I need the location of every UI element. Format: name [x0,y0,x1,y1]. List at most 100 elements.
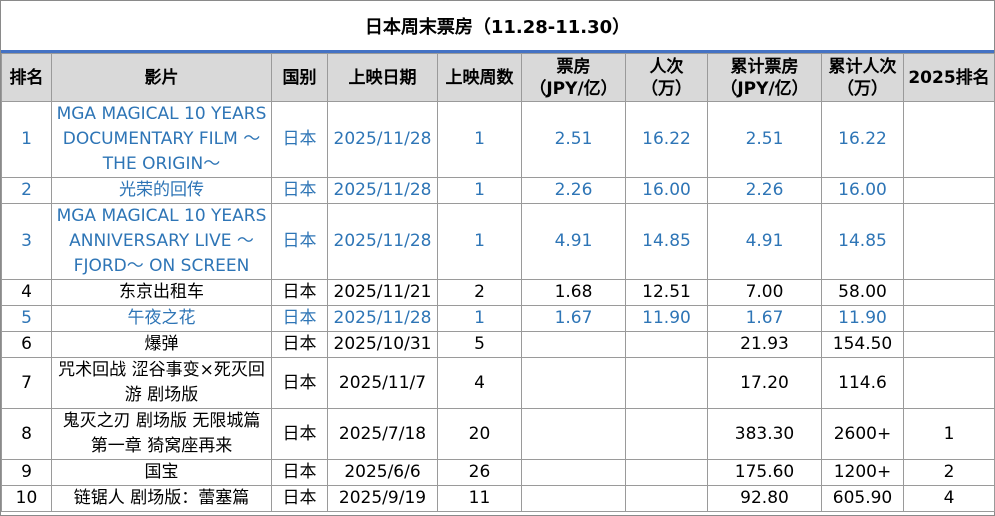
table-row: 1 MGA MAGICAL 10 YEARS DOCUMENTARY FILM ～… [1,101,995,178]
cell-total-gross: 1.67 [707,305,822,332]
cell-film: MGA MAGICAL 10 YEARS DOCUMENTARY FILM ～ … [51,101,272,178]
cell-release-date: 2025/6/6 [327,459,438,486]
cell-gross [521,485,626,512]
cell-country: 日本 [271,485,328,512]
cell-admissions: 11.90 [625,305,708,332]
cell-release-date: 2025/7/18 [327,408,438,460]
col-header-release-date: 上映日期 [327,53,438,102]
cell-total-admissions: 1200+ [821,459,904,486]
cell-rank: 2 [1,177,52,204]
cell-release-date: 2025/9/19 [327,485,438,512]
cell-film: 光荣的回传 [51,177,272,204]
cell-admissions: 12.51 [625,279,708,306]
cell-release-date: 2025/11/28 [327,101,438,178]
cell-film: MGA MAGICAL 10 YEARS ANNIVERSARY LIVE ～ … [51,203,272,280]
cell-total-gross: 7.00 [707,279,822,306]
table-row: 3 MGA MAGICAL 10 YEARS ANNIVERSARY LIVE ～… [1,203,995,280]
cell-admissions: 14.85 [625,203,708,280]
header-row: 排名 影片 国别 上映日期 上映周数 票房 （JPY/亿） 人次 （万） 累计票房（… [1,53,995,102]
cell-weeks: 1 [437,177,522,204]
cell-rank-2025 [903,279,995,306]
cell-total-admissions: 16.00 [821,177,904,204]
col-header-country: 国别 [271,53,328,102]
cell-gross [521,331,626,358]
cell-weeks: 11 [437,485,522,512]
cell-total-gross: 4.91 [707,203,822,280]
cell-total-admissions: 154.50 [821,331,904,358]
table-row: 9 国宝 日本 2025/6/6 26 175.60 1200+ 2 [1,459,995,486]
cell-country: 日本 [271,357,328,409]
cell-rank-2025 [903,101,995,178]
cell-rank: 7 [1,357,52,409]
table-title: 日本周末票房（11.28-11.30） [1,1,994,53]
cell-release-date: 2025/11/7 [327,357,438,409]
cell-rank-2025: 4 [903,485,995,512]
cell-rank-2025 [903,331,995,358]
cell-film: 咒术回战 涩谷事变×死灭回游 剧场版 [51,357,272,409]
col-header-rank-2025: 2025排名 [903,53,995,102]
cell-film: 国宝 [51,459,272,486]
cell-rank: 6 [1,331,52,358]
table-row: 6 爆弹 日本 2025/10/31 5 21.93 154.50 [1,331,995,358]
col-header-rank: 排名 [1,53,52,102]
cell-gross: 2.26 [521,177,626,204]
cell-film: 鬼灭之刃 剧场版 无限城篇 第一章 猗窝座再来 [51,408,272,460]
col-header-gross: 票房 （JPY/亿） [521,53,626,102]
cell-country: 日本 [271,459,328,486]
cell-total-gross: 17.20 [707,357,822,409]
cell-rank: 9 [1,459,52,486]
table-row: 5 午夜之花 日本 2025/11/28 1 1.67 11.90 1.67 11.90 [1,305,995,332]
cell-release-date: 2025/11/21 [327,279,438,306]
cell-rank-2025 [903,357,995,409]
cell-total-gross: 92.80 [707,485,822,512]
cell-admissions [625,408,708,460]
cell-total-admissions: 14.85 [821,203,904,280]
cell-admissions [625,485,708,512]
cell-gross: 1.67 [521,305,626,332]
cell-admissions: 16.00 [625,177,708,204]
cell-rank-2025: 1 [903,408,995,460]
cell-country: 日本 [271,279,328,306]
cell-weeks: 1 [437,305,522,332]
table-row: 7 咒术回战 涩谷事变×死灭回游 剧场版 日本 2025/11/7 4 17.20 114.… [1,357,995,409]
col-header-total-admissions: 累计人次 （万） [821,53,904,102]
cell-admissions: 16.22 [625,101,708,178]
cell-total-gross: 383.30 [707,408,822,460]
cell-country: 日本 [271,331,328,358]
cell-admissions [625,331,708,358]
cell-rank-2025 [903,177,995,204]
col-header-weeks: 上映周数 [437,53,522,102]
cell-admissions [625,357,708,409]
cell-rank-2025: 2 [903,459,995,486]
cell-release-date: 2025/11/28 [327,177,438,204]
cell-rank: 1 [1,101,52,178]
cell-total-gross: 21.93 [707,331,822,358]
cell-film: 链锯人 剧场版：蕾塞篇 [51,485,272,512]
table-row: 8 鬼灭之刃 剧场版 无限城篇 第一章 猗窝座再来 日本 2025/7/18 20 383… [1,408,995,460]
cell-release-date: 2025/11/28 [327,203,438,280]
cell-gross [521,357,626,409]
cell-country: 日本 [271,177,328,204]
cell-total-gross: 2.26 [707,177,822,204]
cell-total-admissions: 605.90 [821,485,904,512]
cell-total-admissions: 58.00 [821,279,904,306]
cell-rank: 4 [1,279,52,306]
cell-weeks: 1 [437,101,522,178]
cell-rank: 10 [1,485,52,512]
table-row: 4 东京出租车 日本 2025/11/21 2 1.68 12.51 7.00 58.00 [1,279,995,306]
cell-gross [521,459,626,486]
cell-total-admissions: 11.90 [821,305,904,332]
table-row: 2 光荣的回传 日本 2025/11/28 1 2.26 16.00 2.26 16.00 [1,177,995,204]
cell-gross [521,408,626,460]
cell-total-gross: 175.60 [707,459,822,486]
cell-weeks: 26 [437,459,522,486]
cell-admissions [625,459,708,486]
cell-rank: 8 [1,408,52,460]
cell-country: 日本 [271,101,328,178]
box-office-table-container: 日本周末票房（11.28-11.30） 排名 影片 国别 上映日期 上映周数 票… [0,0,995,516]
cell-weeks: 1 [437,203,522,280]
table-row: 10 链锯人 剧场版：蕾塞篇 日本 2025/9/19 11 92.80 605.90 4 [1,485,995,512]
cell-rank: 5 [1,305,52,332]
cell-release-date: 2025/10/31 [327,331,438,358]
cell-release-date: 2025/11/28 [327,305,438,332]
